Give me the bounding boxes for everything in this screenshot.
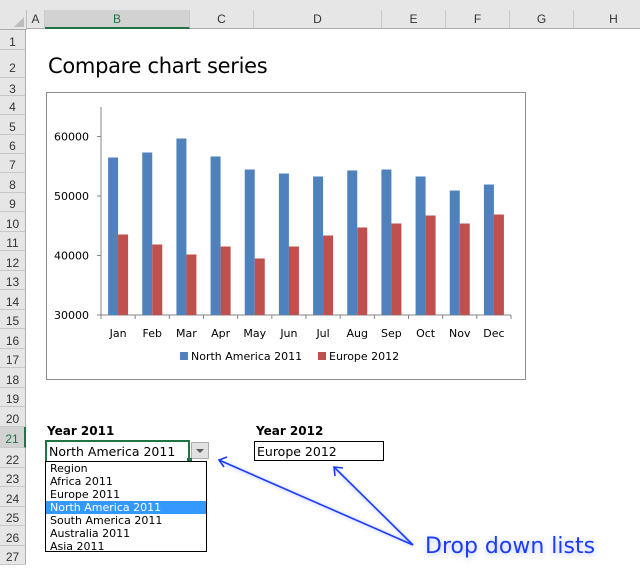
annotation-arrows xyxy=(217,456,415,547)
arrow-to-year-2012 xyxy=(333,466,414,546)
annotation-text: Drop down lists xyxy=(425,534,596,559)
arrow-to-year-2011 xyxy=(217,456,414,546)
